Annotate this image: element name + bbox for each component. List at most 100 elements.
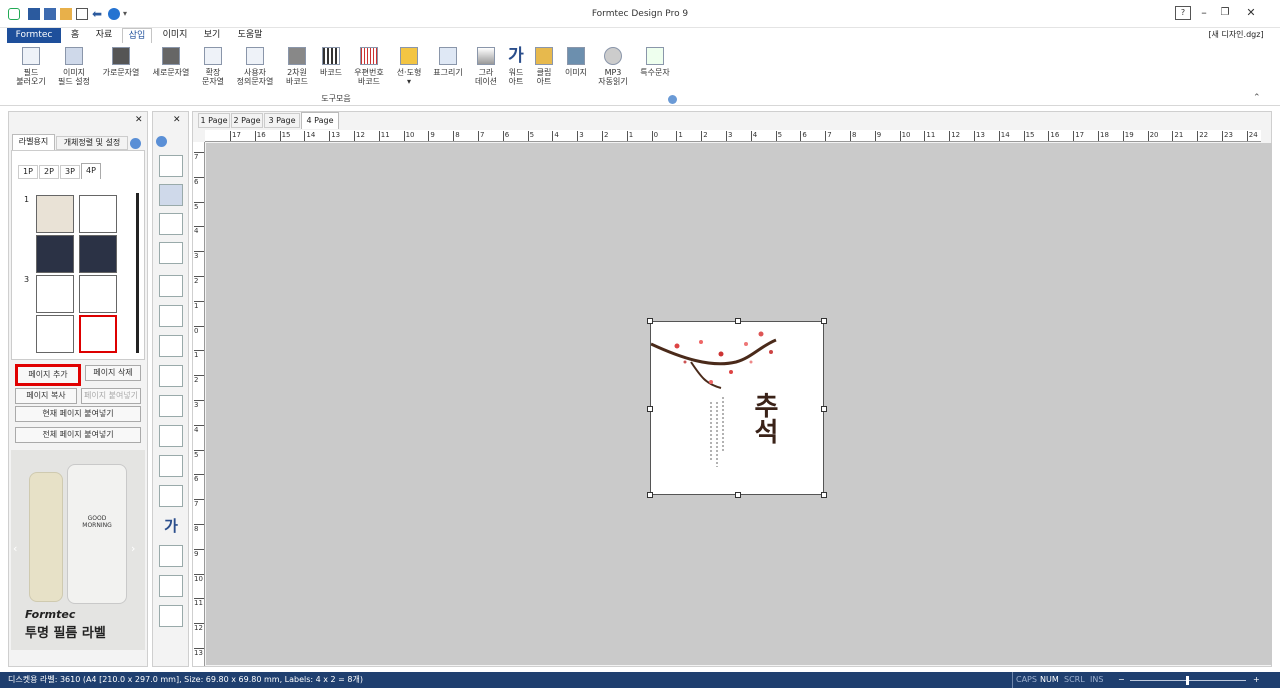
tool-panel-close-icon[interactable]: ✕ [173,115,181,125]
mp3-tool[interactable] [159,605,183,627]
gradient-button[interactable]: 그라 데이션 [472,47,500,86]
add-page-button[interactable]: 페이지 추가 [15,364,81,386]
shape-button[interactable]: 선·도형 ▾ [394,47,424,86]
resize-handle[interactable] [735,318,741,324]
horizontal-text-button[interactable]: 가로문자열 [100,47,142,77]
ad-next-icon[interactable]: › [131,542,135,555]
ad-brand: Formtec [25,608,76,621]
field-load-button[interactable]: 필드 불러오기 [14,47,48,86]
shape-tool[interactable] [159,425,183,447]
ad-banner[interactable]: GOOD MORNING ‹ › Formtec 투명 필름 라벨 [11,450,145,650]
delete-page-button[interactable]: 페이지 삭제 [85,365,141,381]
ruler-tick-label: 6 [194,176,204,186]
close-icon[interactable]: ✕ [1243,6,1259,20]
special-char-button[interactable]: 특수문자 [636,47,674,77]
label-thumbnail[interactable] [36,235,74,273]
postal-barcode-tool[interactable] [159,395,183,417]
ad-prev-icon[interactable]: ‹ [13,542,17,555]
resize-handle[interactable] [821,406,827,412]
tool-panel-menu-icon[interactable] [156,136,167,147]
copy-page-button[interactable]: 페이지 복사 [15,388,77,404]
page-tab-2p[interactable]: 2P [39,165,59,179]
tab-object-align[interactable]: 개체정렬 및 설정 [56,136,128,150]
word-art-tool[interactable]: 가 [159,515,183,537]
table-button[interactable]: 표그리기 [430,47,466,77]
design-workspace[interactable]: 추석 [206,143,1272,665]
horizontal-text-tool[interactable] [159,213,183,235]
postal-barcode-button[interactable]: 우편번호 바코드 [350,47,388,86]
image-tool[interactable] [159,575,183,597]
extended-text-tool[interactable] [159,275,183,297]
qr-code-tool[interactable] [159,335,183,357]
restore-icon[interactable]: ❐ [1217,6,1233,20]
zoom-slider-thumb[interactable] [1186,676,1189,685]
image-field-tool[interactable] [159,184,183,206]
label-design[interactable]: 추석 [647,318,827,498]
custom-text-tool[interactable] [159,305,183,327]
extended-text-button[interactable]: 확장 문자열 [198,47,228,86]
tab-formtec[interactable]: Formtec [7,28,61,43]
resize-handle[interactable] [647,406,653,412]
page-tab[interactable]: 1 Page [198,113,230,128]
tab-home[interactable]: 홈 [64,28,86,43]
resize-handle[interactable] [821,492,827,498]
zoom-in-button[interactable]: + [1253,672,1260,688]
page-tab-4p[interactable]: 4P [81,163,101,179]
mp3-read-button[interactable]: MP3 자동읽기 [596,47,630,86]
label-thumbnail[interactable] [36,315,74,353]
clip-art-button[interactable]: 클립 아트 [532,47,556,86]
vertical-text-tool[interactable] [159,242,183,264]
tab-view[interactable]: 보기 [198,28,226,43]
paste-page-button[interactable]: 페이지 붙여넣기 [81,388,141,404]
minimize-icon[interactable]: – [1196,6,1212,20]
tab-data[interactable]: 자료 [92,28,116,43]
barcode-button[interactable]: 바코드 [316,47,346,77]
resize-handle[interactable] [647,492,653,498]
ruler-tick-label: 1 [194,350,204,359]
ruler-tick-label: 2 [194,375,204,384]
gradient-tool[interactable] [159,485,183,507]
help-icon[interactable]: ? [1175,6,1191,20]
tab-insert[interactable]: 삽입 [122,28,152,43]
image-button[interactable]: 이미지 [562,47,590,77]
paste-all-pages-button[interactable]: 전체 페이지 붙여넣기 [15,427,141,443]
zoom-out-button[interactable]: − [1118,672,1125,688]
page-tab[interactable]: 2 Page [231,113,263,128]
panel-menu-icon[interactable] [130,138,141,149]
resize-handle[interactable] [821,318,827,324]
ruler-tick-label: 5 [194,449,204,459]
tab-label-paper[interactable]: 라벨용지 [12,134,55,150]
tab-image[interactable]: 이미지 [158,28,192,43]
clip-art-icon [535,47,553,65]
group-expand-icon[interactable] [668,95,677,104]
special-char-icon [646,47,664,65]
collapse-ribbon-icon[interactable]: ⌃ [1253,93,1261,103]
label-thumbnail-selected[interactable] [79,315,117,353]
label-thumbnail[interactable] [79,275,117,313]
field-load-tool[interactable] [159,155,183,177]
panel-close-icon[interactable]: ✕ [135,115,143,125]
label-thumbnail[interactable] [36,195,74,233]
word-art-button[interactable]: 가 워드 아트 [504,47,528,86]
label-thumbnail[interactable] [79,235,117,273]
custom-text-button[interactable]: 사용자 정의문자열 [234,47,276,86]
page-tab-active[interactable]: 4 Page [301,112,339,129]
qr-code-button[interactable]: 2차원 바코드 [282,47,312,86]
paste-current-page-button[interactable]: 현재 페이지 붙여넣기 [15,406,141,422]
label-thumbnail[interactable] [79,195,117,233]
image-field-button[interactable]: 이미지 필드 설정 [55,47,93,86]
label-thumbnail[interactable] [36,275,74,313]
table-tool[interactable] [159,455,183,477]
custom-text-icon [246,47,264,65]
vertical-text-button[interactable]: 세로문자열 [150,47,192,77]
page-tab-1p[interactable]: 1P [18,165,38,179]
resize-handle[interactable] [647,318,653,324]
page-tab-3p[interactable]: 3P [60,165,80,179]
tab-help[interactable]: 도움말 [232,28,268,43]
clip-art-tool[interactable] [159,545,183,567]
thumbnail-scrollbar[interactable] [136,193,139,353]
page-tab[interactable]: 3 Page [264,113,300,128]
barcode-tool[interactable] [159,365,183,387]
resize-handle[interactable] [735,492,741,498]
ruler-tick-label: 24 [1246,131,1258,141]
